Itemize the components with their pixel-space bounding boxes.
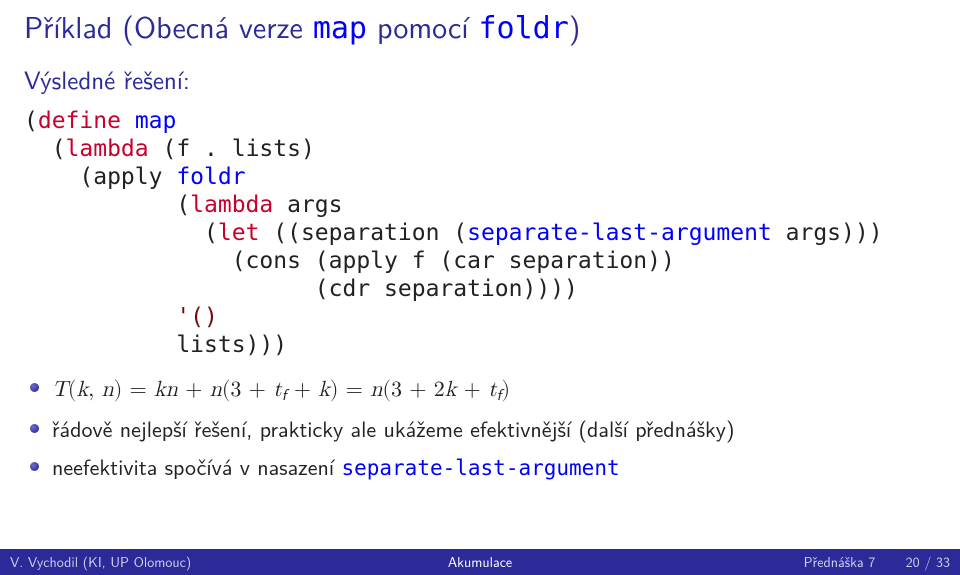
footer-page: Přednáška 7 20 / 33	[637, 552, 960, 572]
slide-title: Příklad (Obecná verze map pomocí foldr)	[24, 4, 936, 48]
slide: Příklad (Obecná verze map pomocí foldr) …	[0, 0, 960, 575]
slide-content: Příklad (Obecná verze map pomocí foldr) …	[0, 0, 960, 482]
code-line-8: '()	[24, 304, 218, 330]
title-code-foldr: foldr	[478, 11, 568, 46]
bullet-inefficiency-code: separate-last-argument	[341, 456, 619, 480]
code-line-7: (cdr separation))))	[24, 276, 578, 302]
footer: V. Vychodil (KI, UP Olomouc) Akumulace P…	[0, 549, 960, 575]
title-code-map: map	[313, 11, 367, 46]
code-line-4: (lambda args	[24, 192, 343, 218]
bullet-inefficiency: neefektivita spočívá v nasazení separate…	[24, 452, 936, 482]
footer-title: Akumulace	[323, 552, 636, 572]
footer-page-number: 20 / 33	[906, 552, 950, 572]
code-line-3: (apply foldr	[24, 164, 246, 190]
bullet-best-solution: řádově nejlepší řešení, prakticky ale uk…	[24, 414, 936, 444]
code-line-9: lists)))	[24, 332, 287, 358]
code-line-6: (cons (apply f (car separation))	[24, 248, 675, 274]
bullet-complexity: T(k, n) = kn + n(3 + tf + k) = n(3 + 2k …	[24, 373, 936, 406]
code-line-5: (let ((separation (separate-last-argumen…	[24, 220, 883, 246]
title-suffix: )	[569, 4, 581, 48]
subtitle: Výsledné řešení:	[24, 60, 936, 97]
footer-author: V. Vychodil (KI, UP Olomouc)	[0, 552, 323, 572]
title-middle: pomocí	[367, 4, 478, 48]
code-block: (define map (lambda (f . lists) (apply f…	[24, 107, 936, 359]
bullet-inefficiency-text: neefektivita spočívá v nasazení	[52, 450, 341, 482]
footer-lecture-label: Přednáška 7	[804, 552, 876, 572]
title-prefix: Příklad (Obecná verze	[24, 4, 313, 48]
code-line-1: (define map	[24, 108, 176, 134]
bullet-list: T(k, n) = kn + n(3 + tf + k) = n(3 + 2k …	[24, 373, 936, 482]
code-line-2: (lambda (f . lists)	[24, 136, 315, 162]
